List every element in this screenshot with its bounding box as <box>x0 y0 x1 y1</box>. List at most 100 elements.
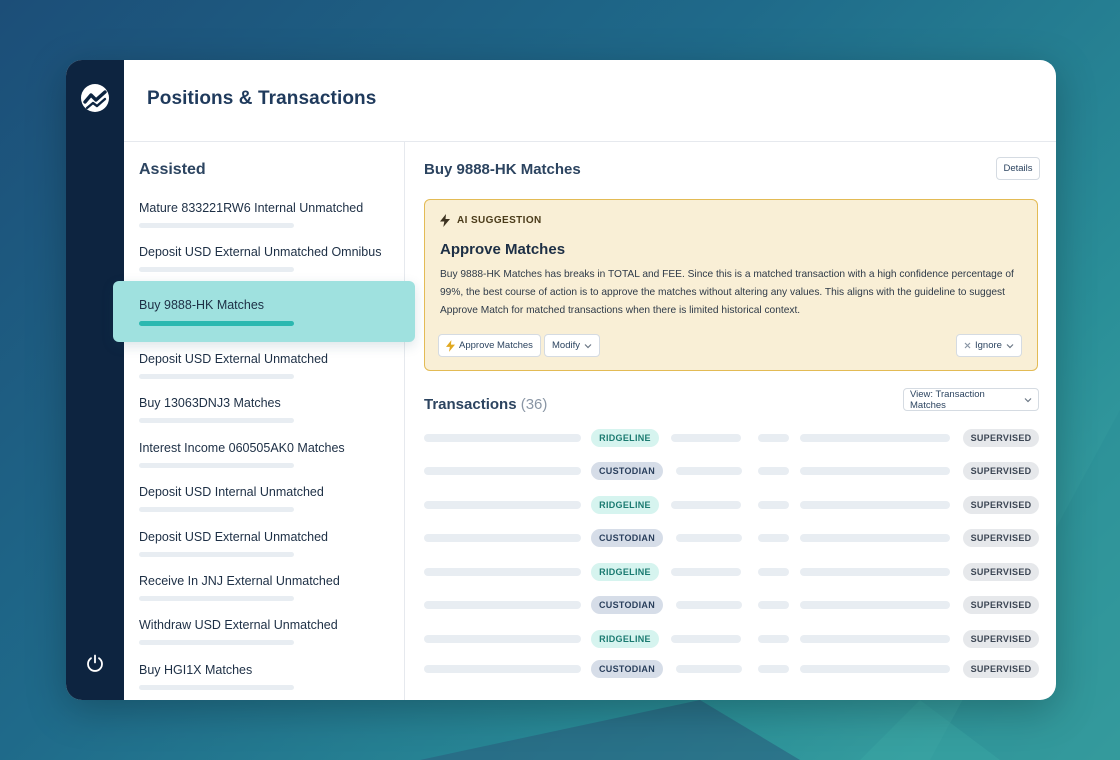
table-row[interactable]: CUSTODIAN SUPERVISED <box>424 528 1039 548</box>
table-row[interactable]: RIDGELINE SUPERVISED <box>424 562 1039 582</box>
table-row[interactable]: CUSTODIAN SUPERVISED <box>424 659 1039 679</box>
detail-title: Buy 9888-HK Matches <box>424 161 581 178</box>
sidebar-item-placeholder <box>139 507 294 512</box>
table-row[interactable]: RIDGELINE SUPERVISED <box>424 629 1039 649</box>
row-placeholder <box>758 665 789 673</box>
sidebar-item-label: Deposit USD Internal Unmatched <box>139 485 324 499</box>
row-placeholder <box>800 501 950 509</box>
row-placeholder <box>424 665 581 673</box>
row-placeholder <box>676 601 742 609</box>
sidebar-item-placeholder <box>139 223 294 228</box>
chevron-down-icon <box>1006 343 1014 349</box>
sidebar-item-label: Mature 833221RW6 Internal Unmatched <box>139 201 364 215</box>
status-badge: SUPERVISED <box>963 429 1039 447</box>
sidebar-item[interactable]: Deposit USD Internal Unmatched <box>124 485 405 529</box>
transactions-count: (36) <box>520 396 548 413</box>
table-row[interactable]: RIDGELINE SUPERVISED <box>424 428 1039 448</box>
table-row[interactable]: RIDGELINE SUPERVISED <box>424 495 1039 515</box>
source-badge: CUSTODIAN <box>591 462 663 480</box>
table-row[interactable]: CUSTODIAN SUPERVISED <box>424 461 1039 481</box>
row-placeholder <box>758 635 789 643</box>
source-badge: CUSTODIAN <box>591 660 663 678</box>
row-placeholder <box>758 568 789 576</box>
view-select[interactable]: View: Transaction Matches <box>903 388 1039 411</box>
row-placeholder <box>758 534 789 542</box>
top-bar: Positions & Transactions <box>124 60 1056 142</box>
details-button[interactable]: Details <box>996 157 1040 180</box>
status-badge: SUPERVISED <box>963 529 1039 547</box>
row-placeholder <box>424 635 581 643</box>
chevron-down-icon <box>1024 397 1032 403</box>
status-badge: SUPERVISED <box>963 496 1039 514</box>
sidebar-item-placeholder <box>139 596 294 601</box>
sidebar-item-label: Deposit USD External Unmatched Omnibus <box>139 245 382 259</box>
row-placeholder <box>800 665 950 673</box>
row-placeholder <box>800 534 950 542</box>
assisted-sidebar: Assisted Mature 833221RW6 Internal Unmat… <box>113 142 415 700</box>
approve-matches-button[interactable]: Approve Matches <box>438 334 541 357</box>
ignore-label: Ignore <box>975 340 1002 351</box>
row-placeholder <box>424 467 581 475</box>
sidebar-item[interactable]: Deposit USD External Unmatched <box>124 352 405 396</box>
status-badge: SUPERVISED <box>963 660 1039 678</box>
modify-label: Modify <box>552 340 580 351</box>
left-rail <box>66 60 124 700</box>
sidebar-item-label: Receive In JNJ External Unmatched <box>139 574 340 588</box>
sidebar-item[interactable]: Buy 13063DNJ3 Matches <box>124 396 405 440</box>
row-placeholder <box>424 434 581 442</box>
lightning-icon <box>440 214 450 227</box>
row-placeholder <box>800 601 950 609</box>
ai-suggestion-heading: Approve Matches <box>440 241 566 258</box>
source-badge: RIDGELINE <box>591 630 659 648</box>
sidebar-item[interactable]: Deposit USD External Unmatched <box>124 530 405 574</box>
ai-suggestion-tag: AI SUGGESTION <box>440 214 542 227</box>
sidebar-item[interactable]: Receive In JNJ External Unmatched <box>124 574 405 618</box>
source-badge: RIDGELINE <box>591 563 659 581</box>
chart-logo-icon[interactable] <box>81 84 109 112</box>
approve-matches-label: Approve Matches <box>459 340 533 351</box>
sidebar-item-placeholder <box>139 685 294 690</box>
row-placeholder <box>424 534 581 542</box>
sidebar-item[interactable]: Interest Income 060505AK0 Matches <box>124 441 405 485</box>
ai-tag-label: AI SUGGESTION <box>457 215 542 226</box>
ai-suggestion-card: AI SUGGESTION Approve Matches Buy 9888-H… <box>424 199 1038 371</box>
row-placeholder <box>800 635 950 643</box>
row-placeholder <box>676 467 742 475</box>
sidebar-item-label: Buy 9888-HK Matches <box>139 298 265 312</box>
sidebar-item-placeholder <box>139 640 294 645</box>
table-row[interactable]: CUSTODIAN SUPERVISED <box>424 595 1039 615</box>
source-badge: RIDGELINE <box>591 496 659 514</box>
row-placeholder <box>676 534 742 542</box>
transactions-title: Transactions (36) <box>424 396 547 413</box>
sidebar-item[interactable]: Buy HGI1X Matches <box>124 663 405 700</box>
sidebar-item-placeholder <box>139 374 294 379</box>
page-title: Positions & Transactions <box>147 88 377 109</box>
sidebar-item-placeholder <box>139 418 294 423</box>
row-placeholder <box>424 568 581 576</box>
sidebar-item-label: Interest Income 060505AK0 Matches <box>139 441 345 455</box>
sidebar-item[interactable]: Mature 833221RW6 Internal Unmatched <box>124 201 405 245</box>
source-badge: CUSTODIAN <box>591 529 663 547</box>
row-placeholder <box>671 635 741 643</box>
sidebar-item-placeholder <box>139 463 294 468</box>
status-badge: SUPERVISED <box>963 563 1039 581</box>
sidebar-item-label: Buy HGI1X Matches <box>139 663 253 677</box>
row-placeholder <box>800 434 950 442</box>
sidebar-item-placeholder <box>139 552 294 557</box>
row-placeholder <box>671 568 741 576</box>
row-placeholder <box>758 434 789 442</box>
sidebar-title: Assisted <box>139 161 206 178</box>
sidebar-item-label: Deposit USD External Unmatched <box>139 352 328 366</box>
close-icon <box>964 342 971 349</box>
power-icon[interactable] <box>85 653 105 673</box>
modify-button[interactable]: Modify <box>544 334 600 357</box>
sidebar-item[interactable]: Withdraw USD External Unmatched <box>124 618 405 662</box>
row-placeholder <box>424 601 581 609</box>
sidebar-item-label: Deposit USD External Unmatched <box>139 530 328 544</box>
status-badge: SUPERVISED <box>963 596 1039 614</box>
sidebar-item-active[interactable]: Buy 9888-HK Matches <box>113 281 415 342</box>
view-select-label: View: Transaction Matches <box>910 388 985 411</box>
ignore-button[interactable]: Ignore <box>956 334 1022 357</box>
row-placeholder <box>671 434 741 442</box>
source-badge: RIDGELINE <box>591 429 659 447</box>
